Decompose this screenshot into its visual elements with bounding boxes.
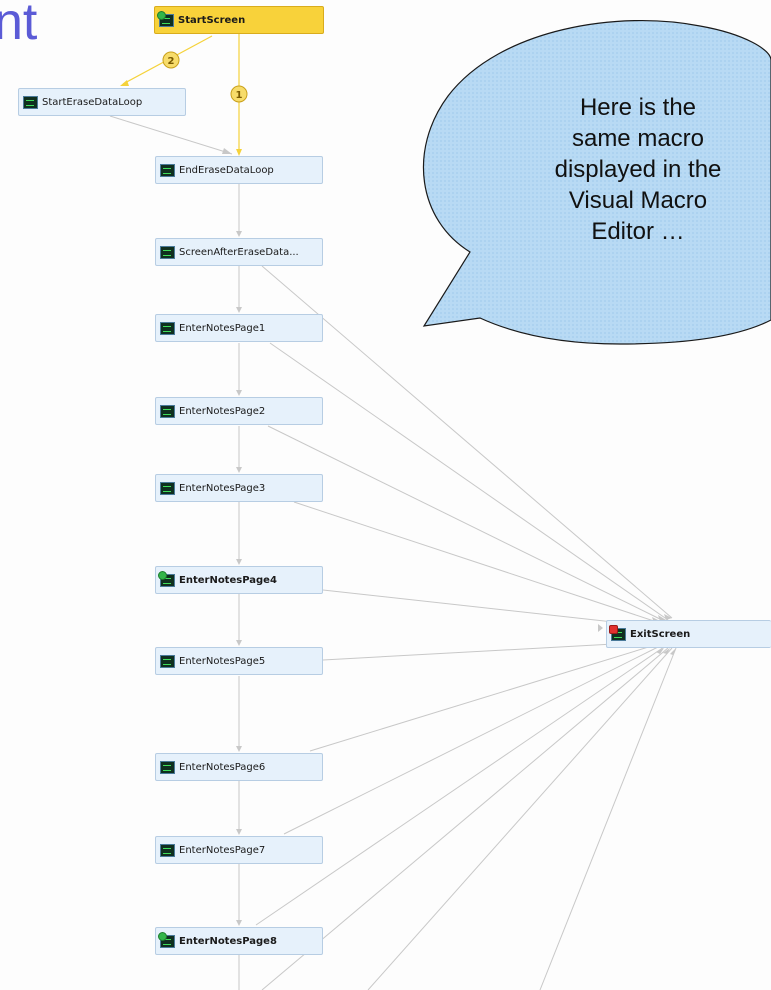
macro-editor-canvas[interactable]: 2 1 nt Here is the same macro displayed …	[0, 0, 771, 990]
edge-sel-to-eel[interactable]	[109, 115, 233, 155]
callout-text: Here is the same macro displayed in the …	[554, 94, 722, 245]
node-label: EnterNotesPage6	[179, 761, 266, 773]
screen-icon	[23, 95, 38, 109]
red-dot-screen-icon	[609, 624, 626, 641]
edge-p4-to-exit[interactable]	[322, 589, 651, 627]
node-screen-after-erase-data[interactable]: ScreenAfterEraseData...	[155, 238, 323, 266]
edge-p3-to-exit[interactable]	[293, 501, 661, 624]
badge-label-1: 1	[236, 90, 243, 101]
node-start-erase-data-loop[interactable]: StartEraseDataLoop	[18, 88, 186, 116]
arrowhead	[236, 149, 242, 156]
node-label: StartScreen	[178, 14, 246, 26]
badge-label-2: 2	[168, 56, 175, 67]
page-title-fragment: nt	[0, 0, 38, 51]
screen-icon	[160, 321, 175, 335]
node-enter-notes-page-5[interactable]: EnterNotesPage5	[155, 647, 323, 675]
screen-icon	[160, 163, 175, 177]
screen-icon	[160, 245, 175, 259]
edge-p7-to-exit[interactable]	[283, 645, 661, 835]
edge-below-3-to-exit[interactable]	[539, 647, 677, 990]
node-enter-notes-page-8[interactable]: EnterNotesPage8	[155, 927, 323, 955]
node-label: EndEraseDataLoop	[179, 164, 274, 176]
node-label: EnterNotesPage3	[179, 482, 266, 494]
node-label: EnterNotesPage1	[179, 322, 266, 334]
node-label: ExitScreen	[630, 628, 691, 640]
node-enter-notes-page-4[interactable]: EnterNotesPage4	[155, 566, 323, 594]
edge-order-badge-1[interactable]: 1	[230, 85, 248, 103]
node-label: EnterNotesPage4	[179, 574, 277, 586]
screen-icon	[160, 760, 175, 774]
node-label: EnterNotesPage2	[179, 405, 266, 417]
node-label: EnterNotesPage5	[179, 655, 266, 667]
node-enter-notes-page-2[interactable]: EnterNotesPage2	[155, 397, 323, 425]
node-label: EnterNotesPage8	[179, 935, 277, 947]
screen-icon	[160, 654, 175, 668]
node-label: StartEraseDataLoop	[42, 96, 143, 108]
node-start-screen[interactable]: StartScreen	[154, 6, 324, 34]
node-enter-notes-page-3[interactable]: EnterNotesPage3	[155, 474, 323, 502]
node-enter-notes-page-1[interactable]: EnterNotesPage1	[155, 314, 323, 342]
green-dot-screen-icon	[157, 10, 174, 27]
screen-icon	[160, 481, 175, 495]
node-label: EnterNotesPage7	[179, 844, 266, 856]
screen-icon	[160, 404, 175, 418]
node-exit-screen[interactable]: ExitScreen	[606, 620, 771, 648]
green-dot-screen-icon	[158, 570, 175, 587]
node-enter-notes-page-7[interactable]: EnterNotesPage7	[155, 836, 323, 864]
node-label: ScreenAfterEraseData...	[179, 246, 299, 258]
green-dot-screen-icon	[158, 931, 175, 948]
edge-p8-to-exit[interactable]	[255, 646, 665, 926]
edge-p1-to-exit[interactable]	[269, 342, 669, 621]
node-enter-notes-page-6[interactable]: EnterNotesPage6	[155, 753, 323, 781]
arrowhead	[222, 148, 232, 154]
edge-below-2-to-exit[interactable]	[367, 647, 673, 990]
edge-p2-to-exit[interactable]	[267, 425, 665, 622]
screen-icon	[160, 843, 175, 857]
edge-p5-to-exit[interactable]	[322, 641, 651, 661]
edge-order-badge-2[interactable]: 2	[162, 51, 180, 69]
node-end-erase-data-loop[interactable]: EndEraseDataLoop	[155, 156, 323, 184]
